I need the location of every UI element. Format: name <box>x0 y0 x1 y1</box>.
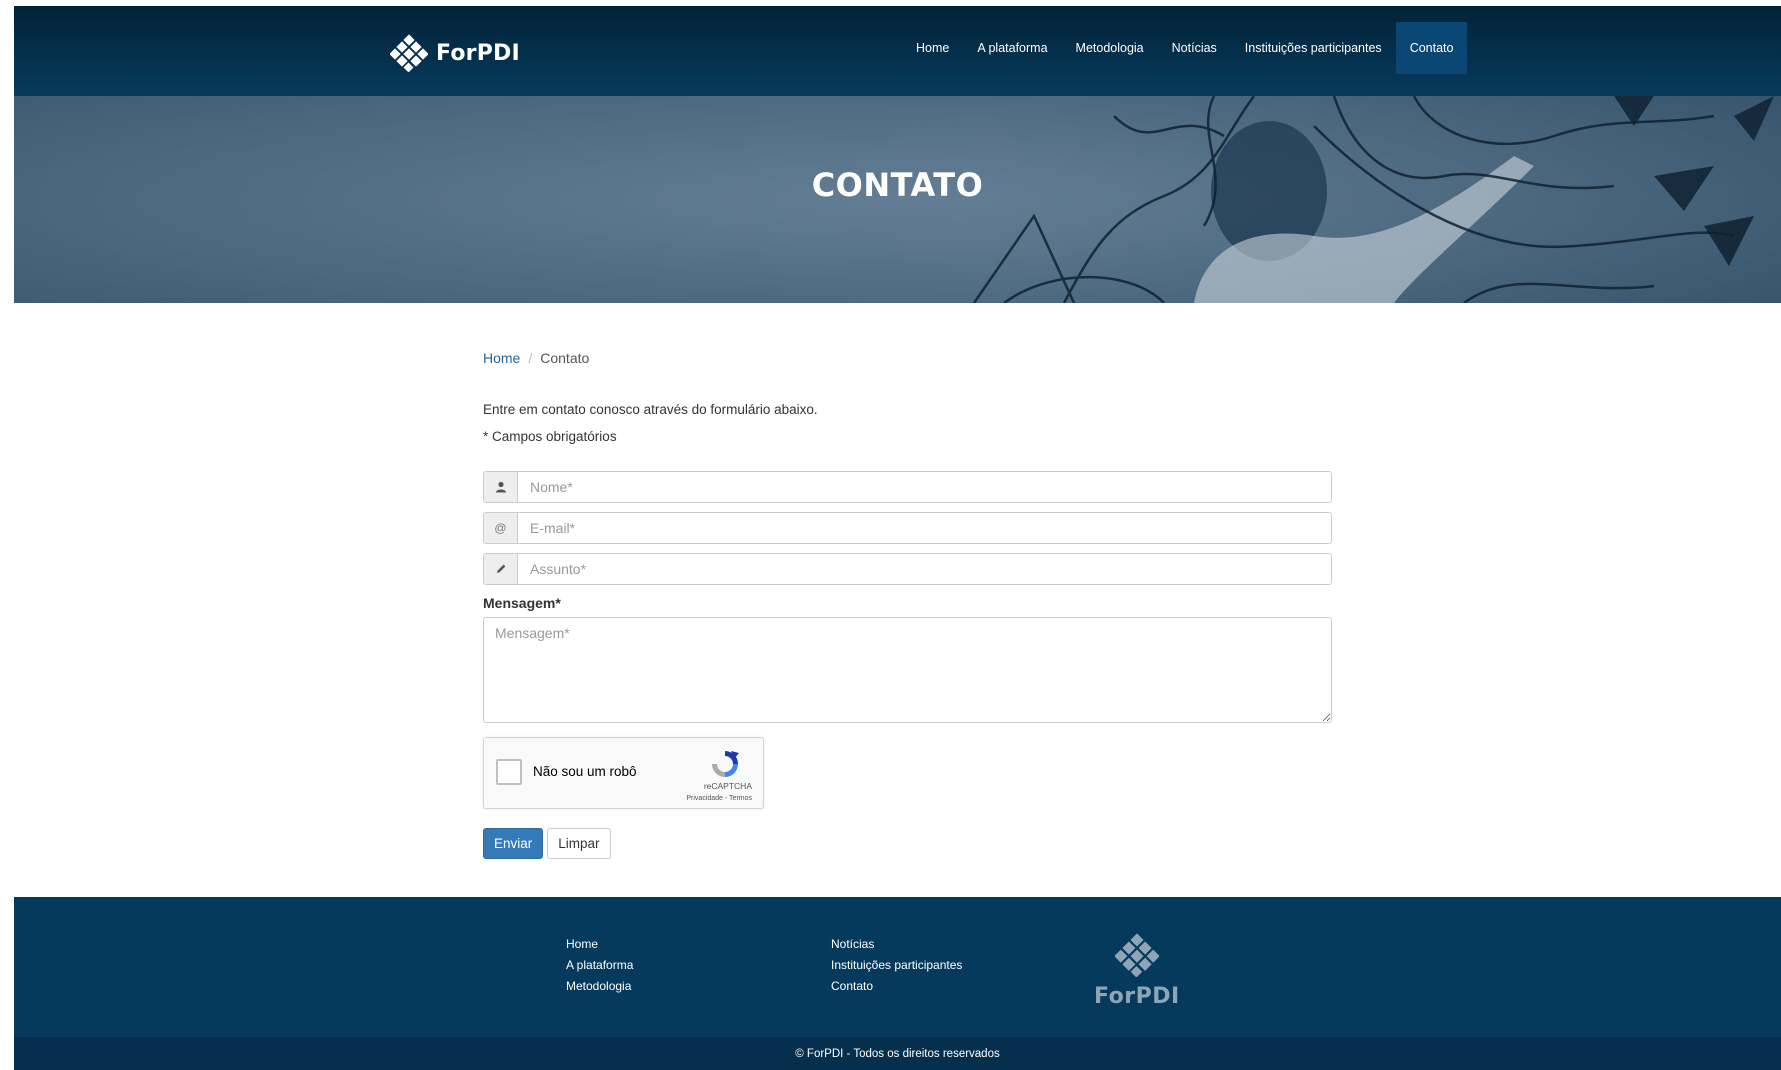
user-icon <box>484 472 518 502</box>
footer-links-col2: Notícias Instituições participantes Cont… <box>831 937 962 993</box>
nav-item-contato[interactable]: Contato <box>1395 22 1468 74</box>
breadcrumb: Home / Contato <box>483 350 1332 366</box>
nav-item-a-plataforma[interactable]: A plataforma <box>963 22 1061 74</box>
brand-name: ForPDI <box>436 40 520 66</box>
recaptcha-logo-icon <box>712 751 739 777</box>
forpdi-logo-icon <box>390 34 428 72</box>
nav-item-home[interactable]: Home <box>902 22 963 74</box>
pencil-icon <box>484 554 518 584</box>
recaptcha-widget: Não sou um robô reCAPTCHA Privacidade - … <box>483 737 764 809</box>
nav-item-instituicoes[interactable]: Instituições participantes <box>1231 22 1396 74</box>
footer-link-instituicoes[interactable]: Instituições participantes <box>831 958 962 972</box>
footer-links-col1: Home A plataforma Metodologia <box>566 937 633 993</box>
footer-logo-text: ForPDI <box>1094 984 1180 1009</box>
main-content: Home / Contato Entre em contato conosco … <box>483 350 1332 859</box>
recaptcha-label: Não sou um robô <box>533 764 637 779</box>
clear-button[interactable]: Limpar <box>547 828 611 859</box>
footer-logo: ForPDI <box>1094 933 1180 1009</box>
subject-input[interactable] <box>518 554 1331 584</box>
message-label: Mensagem* <box>483 595 561 611</box>
breadcrumb-home[interactable]: Home <box>483 350 520 366</box>
breadcrumb-separator: / <box>528 350 533 366</box>
footer-link-noticias[interactable]: Notícias <box>831 937 962 951</box>
recaptcha-links[interactable]: Privacidade - Termos <box>686 795 752 802</box>
breadcrumb-current: Contato <box>540 350 590 366</box>
email-input-group: @ <box>483 512 1332 544</box>
name-input-group <box>483 471 1332 503</box>
copyright-bar: © ForPDI - Todos os direitos reservados <box>14 1037 1781 1070</box>
main-nav: Home A plataforma Metodologia Notícias I… <box>902 22 1468 74</box>
brand-logo[interactable]: ForPDI <box>390 34 520 72</box>
footer-link-contato[interactable]: Contato <box>831 979 962 993</box>
footer: Home A plataforma Metodologia Notícias I… <box>14 897 1781 1037</box>
form-intro-text: Entre em contato conosco através do form… <box>483 402 818 417</box>
nav-item-noticias[interactable]: Notícias <box>1158 22 1231 74</box>
name-input[interactable] <box>518 472 1331 502</box>
email-input[interactable] <box>518 513 1331 543</box>
at-icon: @ <box>484 513 518 543</box>
footer-link-metodologia[interactable]: Metodologia <box>566 979 633 993</box>
recaptcha-checkbox[interactable] <box>496 759 522 785</box>
footer-link-home[interactable]: Home <box>566 937 633 951</box>
nav-item-metodologia[interactable]: Metodologia <box>1062 22 1158 74</box>
subject-input-group <box>483 553 1332 585</box>
required-fields-note: * Campos obrigatórios <box>483 429 617 444</box>
forpdi-logo-icon <box>1114 933 1160 978</box>
hero-banner: CONTATO <box>14 96 1781 303</box>
footer-link-a-plataforma[interactable]: A plataforma <box>566 958 633 972</box>
recaptcha-brand: reCAPTCHA <box>703 781 752 791</box>
submit-button[interactable]: Enviar <box>483 828 544 859</box>
top-navbar: ForPDI Home A plataforma Metodologia Not… <box>14 6 1781 96</box>
page-title: CONTATO <box>811 166 984 204</box>
form-buttons: Enviar Limpar <box>483 828 611 859</box>
message-textarea[interactable] <box>483 617 1332 723</box>
